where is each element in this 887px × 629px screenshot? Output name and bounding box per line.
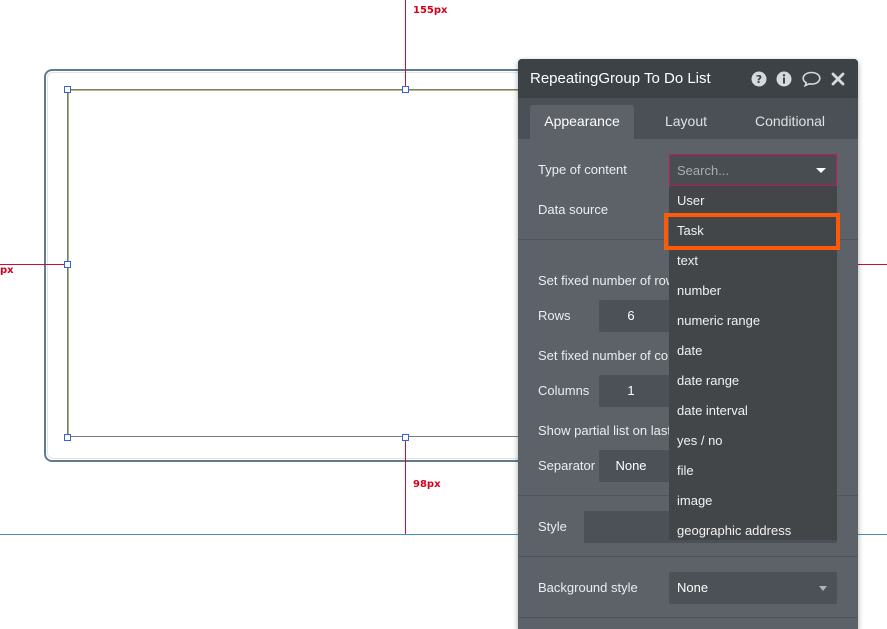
chevron-down-icon bbox=[819, 586, 827, 591]
resize-handle-top-left[interactable] bbox=[64, 86, 71, 93]
style-label: Style bbox=[538, 519, 567, 534]
bubble-editor-canvas: 155px px 98px RepeatingGroup To Do List … bbox=[0, 0, 887, 629]
option-text[interactable]: text bbox=[669, 246, 837, 276]
background-style-value: None bbox=[677, 580, 709, 595]
close-icon[interactable] bbox=[830, 71, 846, 87]
option-file[interactable]: file bbox=[669, 456, 837, 486]
tab-appearance[interactable]: Appearance bbox=[530, 105, 634, 139]
partial-list-label: Show partial list on last bbox=[538, 423, 671, 438]
background-style-label: Background style bbox=[538, 580, 638, 595]
separator-label: Separator bbox=[538, 458, 596, 473]
search-input[interactable] bbox=[670, 155, 810, 185]
panel-header[interactable]: RepeatingGroup To Do List ? bbox=[518, 59, 858, 98]
bottom-distance-label: 98px bbox=[413, 479, 441, 490]
repeating-group-cell[interactable] bbox=[67, 89, 587, 437]
svg-text:?: ? bbox=[756, 73, 762, 86]
fixed-rows-label: Set fixed number of rows bbox=[538, 273, 682, 288]
tab-layout[interactable]: Layout bbox=[646, 105, 726, 139]
option-numeric-range[interactable]: numeric range bbox=[669, 306, 837, 336]
option-date[interactable]: date bbox=[669, 336, 837, 366]
separator-value: None bbox=[615, 458, 647, 473]
option-number[interactable]: number bbox=[669, 276, 837, 306]
section-divider bbox=[518, 556, 858, 557]
option-user[interactable]: User bbox=[669, 186, 837, 216]
rows-value: 6 bbox=[627, 308, 635, 323]
rows-label: Rows bbox=[538, 308, 571, 323]
option-image[interactable]: image bbox=[669, 486, 837, 516]
background-style-dropdown[interactable]: None bbox=[669, 572, 837, 604]
tab-conditional[interactable]: Conditional bbox=[740, 105, 840, 139]
section-divider bbox=[518, 617, 858, 618]
resize-handle-bottom-left[interactable] bbox=[64, 434, 71, 441]
top-distance-label: 155px bbox=[413, 5, 448, 16]
type-of-content-search[interactable] bbox=[669, 154, 837, 186]
chevron-down-icon[interactable] bbox=[816, 168, 826, 173]
bottom-distance-guide bbox=[405, 437, 406, 534]
option-date-interval[interactable]: date interval bbox=[669, 396, 837, 426]
resize-handle-top[interactable] bbox=[402, 86, 409, 93]
task-option-highlight bbox=[664, 213, 840, 250]
info-icon[interactable] bbox=[776, 71, 792, 87]
columns-value: 1 bbox=[627, 383, 635, 398]
left-distance-label: px bbox=[0, 265, 14, 276]
option-geographic-address[interactable]: geographic address bbox=[669, 516, 837, 540]
resize-handle-bottom[interactable] bbox=[402, 434, 409, 441]
resize-handle-left[interactable] bbox=[64, 261, 71, 268]
top-distance-guide bbox=[405, 0, 406, 89]
data-source-label: Data source bbox=[538, 202, 609, 217]
panel-tabs: Appearance Layout Conditional bbox=[518, 98, 858, 139]
type-of-content-label: Type of content bbox=[538, 162, 627, 177]
comment-icon[interactable] bbox=[801, 71, 821, 87]
help-icon[interactable]: ? bbox=[751, 71, 767, 87]
columns-label: Columns bbox=[538, 383, 590, 398]
option-date-range[interactable]: date range bbox=[669, 366, 837, 396]
panel-title: RepeatingGroup To Do List bbox=[530, 70, 711, 87]
option-yes-no[interactable]: yes / no bbox=[669, 426, 837, 456]
